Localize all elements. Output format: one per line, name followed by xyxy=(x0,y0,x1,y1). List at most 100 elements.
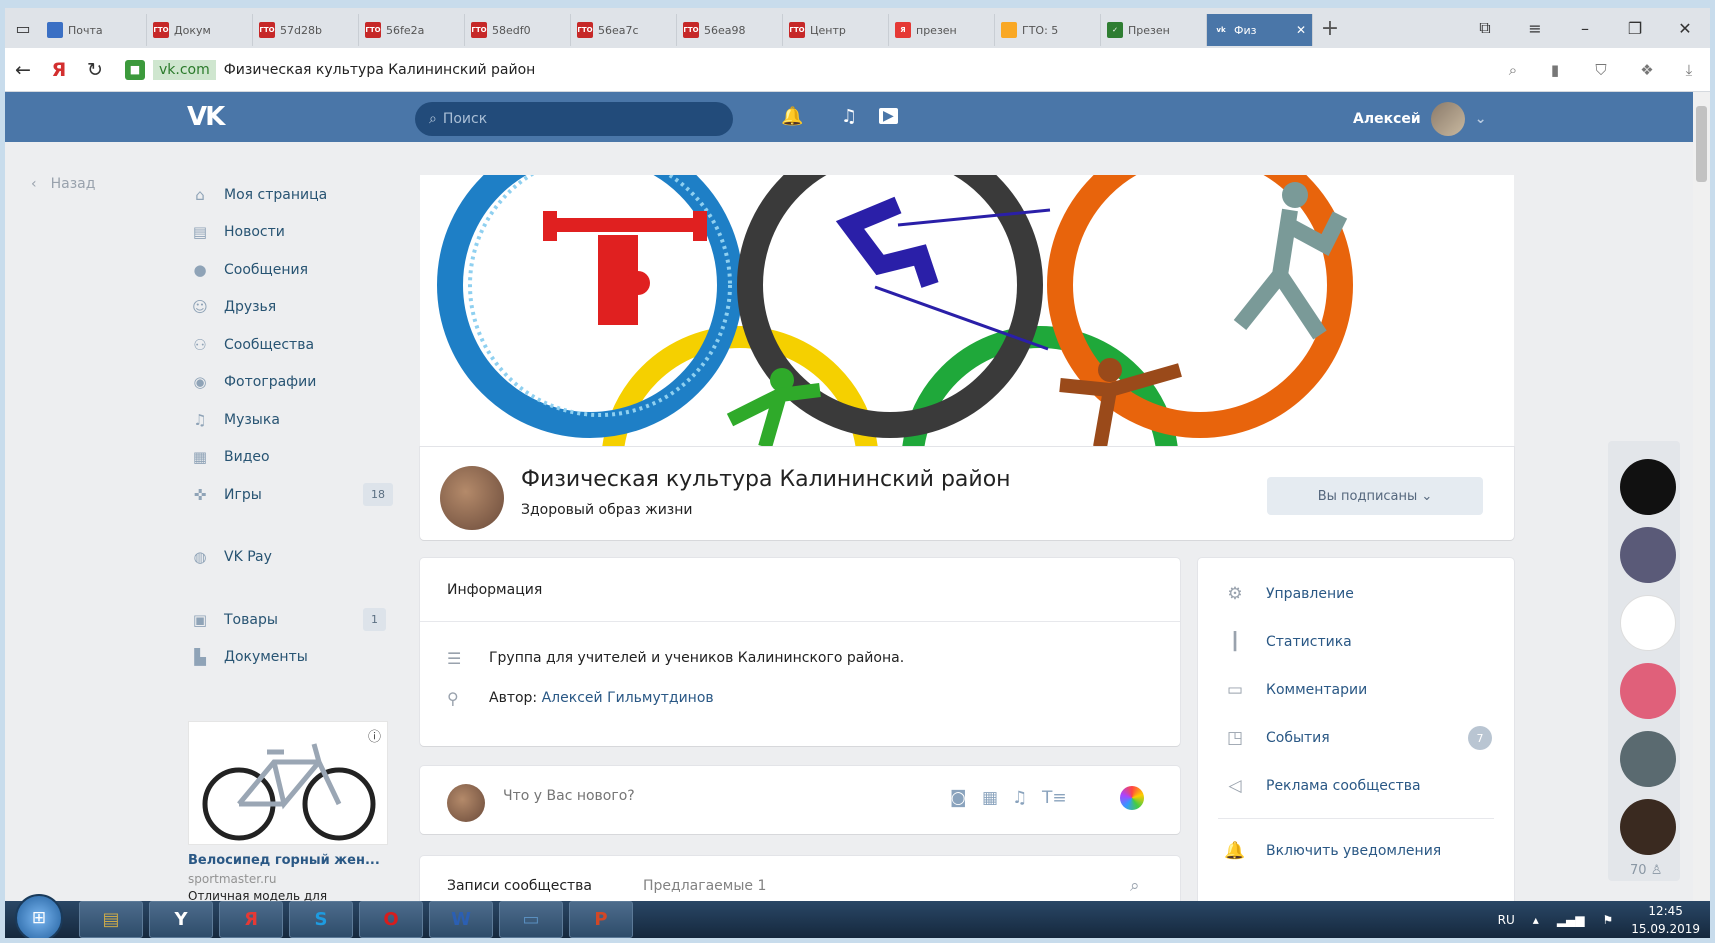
url-field[interactable]: ■ vk.com Физическая культура Калининский… xyxy=(125,59,1492,80)
browser-tab[interactable]: ГТО 56ea7c xyxy=(571,14,677,46)
music-attach-icon[interactable]: ♫ xyxy=(1012,788,1027,808)
reload-button[interactable]: ↻ xyxy=(77,59,113,81)
author-link[interactable]: Алексей Гильмутдинов xyxy=(542,690,714,706)
chat-avatar[interactable] xyxy=(1620,731,1676,787)
sidebar-item-friends[interactable]: ☺ Друзья xyxy=(188,289,398,327)
management-item-events[interactable]: ◳ События 7 xyxy=(1198,714,1514,762)
browser-tab[interactable]: ✓ Презен xyxy=(1101,14,1207,46)
play-icon[interactable]: ▶ xyxy=(879,108,898,124)
wall-search-icon[interactable]: ⌕ xyxy=(1130,876,1140,896)
browser-tab[interactable]: ГТО Центр xyxy=(783,14,889,46)
sidebar-item-games[interactable]: ✜ Игры 18 xyxy=(188,476,398,514)
browser-tab[interactable]: ГТО 56fe2a xyxy=(359,14,465,46)
search-input[interactable] xyxy=(442,111,693,127)
taskbar-skype-icon[interactable]: S xyxy=(289,901,353,938)
close-tab-icon[interactable]: ✕ xyxy=(1296,23,1306,37)
chat-avatar[interactable] xyxy=(1620,595,1676,651)
ad-image[interactable]: ⓘ xyxy=(188,721,388,845)
camera-icon[interactable]: ◙ xyxy=(950,788,967,808)
subscribed-button[interactable]: Вы подписаны ⌄ xyxy=(1267,477,1483,515)
sidebar-item-communities[interactable]: ⚇ Сообщества xyxy=(188,326,398,364)
browser-tab[interactable]: ГТО 58edf0 xyxy=(465,14,571,46)
protect-icon[interactable]: ⛉ xyxy=(1576,61,1626,79)
extensions-icon[interactable]: ⧉ xyxy=(1460,8,1510,48)
sidebar-item-video[interactable]: ▦ Видео xyxy=(188,439,398,477)
music-header-icon[interactable]: ♫ xyxy=(841,106,857,127)
menu-icon[interactable]: ≡ xyxy=(1510,8,1560,48)
taskbar-opera-icon[interactable]: O xyxy=(359,901,423,938)
restore-button[interactable]: ❐ xyxy=(1610,8,1660,48)
ad-title[interactable]: Велосипед горный жен... xyxy=(188,853,398,868)
count-badge: 7 xyxy=(1468,726,1492,750)
sidebar-item-documents[interactable]: ▙ Документы xyxy=(188,639,398,677)
scrollbar-thumb[interactable] xyxy=(1696,106,1707,182)
sidebar-item-photos[interactable]: ◉ Фотографии xyxy=(188,364,398,402)
taskbar-desktop-icon[interactable]: ▭ xyxy=(499,901,563,938)
management-item-ads[interactable]: ◁ Реклама сообщества xyxy=(1198,762,1514,810)
color-wheel-icon[interactable] xyxy=(1120,786,1144,810)
person-icon: ♙ xyxy=(1650,863,1663,878)
search-box[interactable]: ⌕ xyxy=(415,102,733,136)
article-icon[interactable]: T≡ xyxy=(1042,788,1067,808)
vk-logo[interactable]: VK xyxy=(187,102,225,132)
yandex-home-icon[interactable]: Я xyxy=(41,59,77,81)
translate-icon[interactable]: ⌕ xyxy=(1492,61,1534,79)
chat-avatar[interactable] xyxy=(1620,663,1676,719)
info-icon[interactable]: ⓘ xyxy=(368,726,381,745)
sidebar-item-home[interactable]: ⌂ Моя страница xyxy=(188,176,398,214)
back-link[interactable]: ‹ Назад xyxy=(31,176,95,192)
sidebar-item-goods[interactable]: ▣ Товары 1 xyxy=(188,601,398,639)
network-icon[interactable]: ▂▄▆ xyxy=(1557,913,1585,927)
new-tab-button[interactable]: + xyxy=(1313,16,1347,41)
flag-icon[interactable]: ⚑ xyxy=(1603,913,1614,927)
back-nav-button[interactable]: ← xyxy=(5,59,41,81)
browser-tab[interactable]: ГТО Докум xyxy=(147,14,253,46)
taskbar-word-icon[interactable]: W xyxy=(429,901,493,938)
browser-tab[interactable]: Япрезен xyxy=(889,14,995,46)
group-avatar[interactable] xyxy=(440,466,504,530)
downloads-icon[interactable]: ⤓ xyxy=(1668,61,1710,79)
minimize-button[interactable]: – xyxy=(1560,8,1610,48)
user-menu[interactable]: Алексей ⌄ xyxy=(1353,102,1486,136)
browser-tab[interactable]: ГТО 56ea98 xyxy=(677,14,783,46)
close-window-button[interactable]: ✕ xyxy=(1660,8,1710,48)
tray-arrow-icon[interactable]: ▴ xyxy=(1533,913,1539,927)
taskbar-explorer-icon[interactable]: ▤ xyxy=(79,901,143,938)
events-icon: ◳ xyxy=(1226,728,1244,748)
scrollbar[interactable] xyxy=(1693,92,1710,902)
management-item-comments[interactable]: ▭ Комментарии xyxy=(1198,666,1514,714)
sidebar-item-vkpay[interactable]: ◍ VK Pay xyxy=(188,539,398,577)
sidebar-item-news[interactable]: ▤ Новости xyxy=(188,214,398,252)
notifications-bell-icon[interactable]: 🔔 xyxy=(781,106,803,127)
video-attach-icon[interactable]: ▦ xyxy=(982,788,998,808)
extension-icon[interactable]: ❖ xyxy=(1626,61,1668,79)
new-post-input[interactable] xyxy=(503,788,883,804)
language-indicator[interactable]: RU xyxy=(1498,913,1515,927)
chat-avatar[interactable] xyxy=(1620,527,1676,583)
taskbar-yandex-browser-icon[interactable]: Я xyxy=(219,901,283,938)
sidebar-item-messages[interactable]: ● Сообщения xyxy=(188,251,398,289)
clock[interactable]: 12:45 15.09.2019 xyxy=(1631,902,1700,938)
browser-tab[interactable]: vk Физ ✕ xyxy=(1207,14,1313,46)
management-item-settings[interactable]: ⚙ Управление xyxy=(1198,570,1514,618)
bookmark-icon[interactable]: ▮ xyxy=(1534,61,1576,79)
back-label: Назад xyxy=(50,176,96,192)
bicycle-icon xyxy=(202,743,376,841)
tabs-menu-icon[interactable]: ▭ xyxy=(5,8,41,48)
chat-avatar[interactable] xyxy=(1620,799,1676,855)
management-item-stats[interactable]: ┃ Статистика xyxy=(1198,618,1514,666)
start-button[interactable]: ⊞ xyxy=(15,893,63,938)
browser-tab[interactable]: ГТО: 5 xyxy=(995,14,1101,46)
ad-block[interactable]: ⓘ Велосипед горный жен... sportmaster.ru… xyxy=(188,721,398,903)
browser-tab[interactable]: Почта xyxy=(41,14,147,46)
tab-suggested[interactable]: Предлагаемые 1 xyxy=(643,878,766,894)
browser-tab[interactable]: ГТО 57d28b xyxy=(253,14,359,46)
online-count-value: 70 xyxy=(1630,863,1647,878)
management-item-label: Реклама сообщества xyxy=(1266,778,1421,794)
taskbar-powerpoint-icon[interactable]: P xyxy=(569,901,633,938)
enable-notifications[interactable]: 🔔 Включить уведомления xyxy=(1198,827,1514,875)
sidebar-item-music[interactable]: ♫ Музыка xyxy=(188,401,398,439)
tab-community-posts[interactable]: Записи сообщества xyxy=(447,878,592,894)
chat-avatar[interactable] xyxy=(1620,459,1676,515)
taskbar-yandex-icon[interactable]: Y xyxy=(149,901,213,938)
